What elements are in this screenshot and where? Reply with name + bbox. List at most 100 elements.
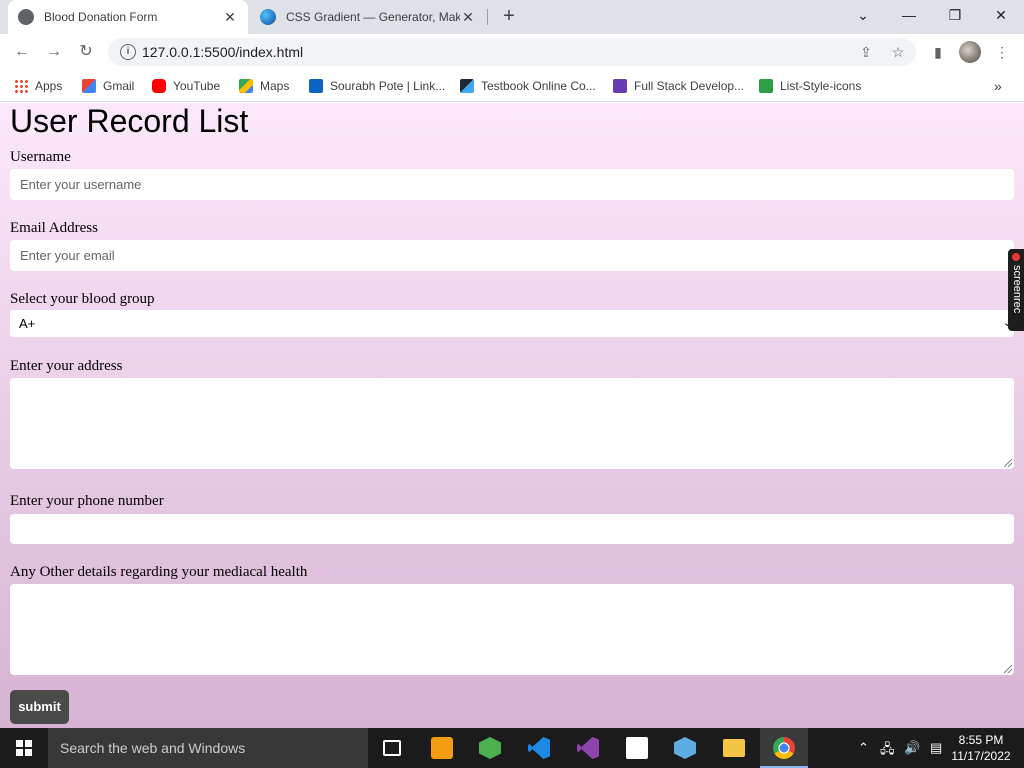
taskbar-file-explorer[interactable]: [710, 728, 758, 768]
start-button[interactable]: [0, 728, 48, 768]
bookmark-label: YouTube: [173, 79, 221, 93]
bookmark-star-icon[interactable]: ☆: [888, 42, 908, 62]
resize-grip-icon[interactable]: [1004, 459, 1012, 467]
minimize-button[interactable]: —: [886, 0, 932, 32]
new-tab-button[interactable]: +: [498, 5, 520, 27]
tab-title: Blood Donation Form: [44, 10, 158, 24]
side-panel-icon[interactable]: ▮: [928, 42, 948, 62]
url-text[interactable]: 127.0.0.1:5500/index.html: [142, 44, 303, 60]
bookmark-full-stack[interactable]: Full Stack Develop...: [613, 76, 744, 96]
resize-grip-icon[interactable]: [1004, 665, 1012, 673]
address-textarea-wrapper: [10, 378, 1014, 469]
forward-arrow-icon[interactable]: →: [42, 40, 66, 64]
blood-group-select[interactable]: A+ ⌄: [10, 310, 1014, 337]
bookmark-linkedin[interactable]: Sourabh Pote | Link...: [309, 76, 445, 96]
site-info-icon[interactable]: i: [120, 44, 136, 60]
bookmarks-bar: Apps Gmail YouTube Maps Sourabh Pote | L…: [0, 70, 1024, 102]
sublime-text-icon: [431, 737, 453, 759]
phone-input[interactable]: [10, 514, 1014, 544]
list-icon: [759, 79, 773, 93]
taskbar-sublime-text[interactable]: [418, 728, 466, 768]
bookmark-apps[interactable]: Apps: [14, 76, 62, 96]
windows-taskbar: Search the web and Windows ⌃ 🖧 🔊 ▤ 8:55 …: [0, 728, 1024, 768]
profile-avatar[interactable]: [959, 41, 981, 63]
close-tab-icon[interactable]: ✕: [460, 9, 476, 26]
screenrec-widget[interactable]: screenrec: [1008, 249, 1024, 331]
page-title: User Record List: [10, 103, 249, 139]
address-bar[interactable]: i 127.0.0.1:5500/index.html ⇪ ☆: [108, 38, 916, 66]
bookmark-label: Sourabh Pote | Link...: [330, 79, 446, 93]
bookmark-label: Gmail: [103, 79, 135, 93]
gmail-icon: [82, 79, 96, 93]
health-details-textarea[interactable]: [10, 584, 1014, 675]
taskbar-chrome[interactable]: [760, 728, 808, 768]
health-details-label: Any Other details regarding your mediaca…: [10, 564, 308, 580]
email-label: Email Address: [10, 220, 98, 236]
bookmark-youtube[interactable]: YouTube: [152, 76, 220, 96]
close-window-button[interactable]: ✕: [978, 0, 1024, 32]
tab-strip: Blood Donation Form ✕ CSS Gradient — Gen…: [0, 0, 1024, 34]
screenrec-label: screenrec: [1011, 265, 1023, 314]
tab-search-chevron-icon[interactable]: ⌄: [840, 0, 886, 32]
blood-group-selected-value: A+: [19, 316, 36, 331]
more-bookmarks-chevron-icon[interactable]: »: [994, 76, 1002, 96]
address-textarea[interactable]: [10, 378, 1014, 469]
bookmark-label: Apps: [35, 79, 63, 93]
task-view-button[interactable]: [368, 728, 416, 768]
submit-button[interactable]: submit: [10, 690, 69, 724]
back-arrow-icon[interactable]: ←: [10, 40, 34, 64]
record-dot-icon: [1012, 253, 1020, 261]
tab-blood-donation-form[interactable]: Blood Donation Form ✕: [8, 0, 248, 34]
folder-icon: [723, 739, 745, 757]
username-label: Username: [10, 149, 71, 165]
vscode-icon: [528, 737, 550, 759]
clock-date: 11/17/2022: [951, 749, 1011, 763]
restore-button[interactable]: ❐: [932, 0, 978, 32]
bookmark-page-icon: [613, 79, 627, 93]
linkedin-icon: [309, 79, 323, 93]
taskbar-visual-studio[interactable]: [564, 728, 612, 768]
testbook-icon: [460, 79, 474, 93]
volume-icon[interactable]: 🔊: [904, 740, 920, 756]
bookmark-label: Maps: [260, 79, 290, 93]
taskbar-search-placeholder: Search the web and Windows: [60, 740, 246, 756]
css-gradient-favicon-icon: [260, 9, 276, 25]
tab-css-gradient[interactable]: CSS Gradient — Generator, Maker ✕: [250, 0, 486, 34]
close-tab-icon[interactable]: ✕: [222, 9, 238, 26]
bookmark-testbook[interactable]: Testbook Online Co...: [460, 76, 596, 96]
visual-studio-icon: [577, 737, 599, 759]
menu-kebab-icon[interactable]: ⋮: [992, 42, 1012, 62]
page-viewport: User Record List Username Email Address …: [0, 103, 1024, 728]
taskbar-nodejs[interactable]: [466, 728, 514, 768]
apps-grid-icon: [14, 79, 28, 93]
bookmark-list-style-icons[interactable]: List-Style-icons: [759, 76, 861, 96]
taskbar-clock[interactable]: 8:55 PM 11/17/2022: [948, 732, 1014, 764]
reload-icon[interactable]: ↻: [74, 40, 98, 64]
bookmark-maps[interactable]: Maps: [239, 76, 289, 96]
taskbar-vscode[interactable]: [515, 728, 563, 768]
show-hidden-icons-chevron[interactable]: ⌃: [858, 740, 869, 756]
address-label: Enter your address: [10, 358, 123, 374]
bookmark-label: List-Style-icons: [780, 79, 862, 93]
maps-icon: [239, 79, 253, 93]
blood-group-label: Select your blood group: [10, 291, 155, 307]
action-center-icon[interactable]: ▤: [930, 740, 942, 756]
share-icon[interactable]: ⇪: [856, 42, 876, 62]
bookmark-label: Testbook Online Co...: [481, 79, 596, 93]
health-textarea-wrapper: [10, 584, 1014, 675]
bookmark-gmail[interactable]: Gmail: [82, 76, 134, 96]
username-input[interactable]: [10, 169, 1014, 200]
taskbar-search-box[interactable]: Search the web and Windows: [48, 728, 368, 768]
clock-time: 8:55 PM: [958, 733, 1004, 747]
email-input[interactable]: [10, 240, 1014, 271]
bookmark-label: Full Stack Develop...: [634, 79, 745, 93]
taskbar-virtualbox[interactable]: [661, 728, 709, 768]
phone-label: Enter your phone number: [10, 493, 164, 509]
task-view-icon: [383, 740, 401, 756]
store-icon: [626, 737, 648, 759]
windows-logo-icon: [16, 740, 32, 756]
network-icon[interactable]: 🖧: [880, 740, 895, 762]
tab-separator: [487, 9, 488, 25]
chrome-icon: [773, 737, 795, 759]
taskbar-store[interactable]: [613, 728, 661, 768]
